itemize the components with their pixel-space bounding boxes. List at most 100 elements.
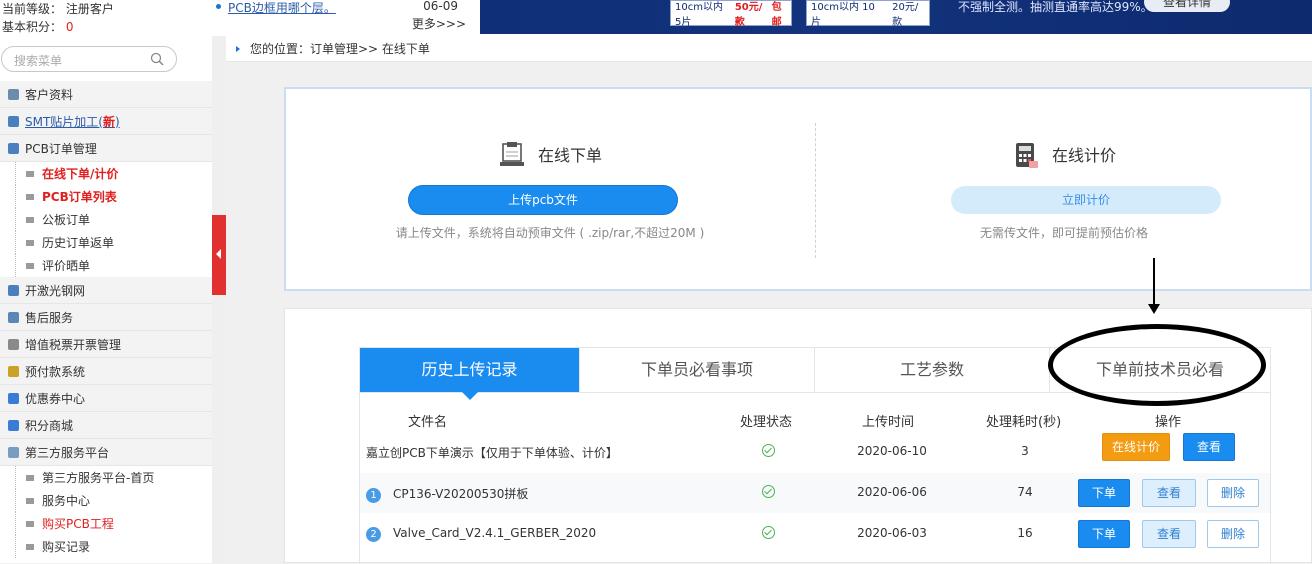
quote-hint: 无需传文件，即可提前预估价格 (979, 226, 1148, 240)
delete-row-button[interactable]: 删除 (1207, 479, 1259, 507)
sidebar-item[interactable]: 历史订单返单 (0, 231, 212, 254)
sidebar-item-label: 服务中心 (42, 494, 91, 508)
menu-item-icon (26, 216, 34, 223)
main-content: 您的位置：订单管理>> 在线下单 在线下单 上传pcb文件 请上传文件，系统将自… (226, 36, 1312, 564)
annotation-arrow-line (1153, 258, 1155, 308)
row-duration: 16 (1017, 526, 1033, 540)
collapse-sidebar-button[interactable] (212, 215, 226, 295)
sidebar-category[interactable]: 开激光钢网 (0, 277, 212, 304)
account-info: 当前等级： 注册客户 基本积分： 0 (0, 0, 205, 36)
promo-box-1-free: 包邮 (771, 2, 782, 28)
search-icon[interactable] (150, 52, 164, 66)
upload-pcb-button[interactable]: 上传pcb文件 (408, 185, 678, 215)
status-ok-icon (762, 444, 775, 460)
online-quote-title-text: 在线计价 (1051, 146, 1116, 165)
menu-item-icon (26, 193, 34, 200)
row-number-badge: 1 (366, 488, 381, 503)
order-row-button[interactable]: 下单 (1078, 520, 1130, 548)
sidebar-category-label: 增值税票开票管理 (25, 337, 122, 352)
sidebar-menu: 客户资料 SMT贴片加工(新) PCB订单管理 在线下单/计价 PCB订单列表公板订单历… (0, 81, 212, 558)
header-filename: 文件名 (408, 415, 448, 430)
sidebar-item[interactable]: 公板订单 (0, 208, 212, 231)
view-row-button[interactable]: 查看 (1142, 479, 1196, 507)
menu-item-icon (26, 543, 34, 550)
sidebar-item[interactable]: 在线下单/计价 (0, 162, 212, 185)
sidebar-category[interactable]: 第三方服务平台 (0, 439, 212, 466)
sidebar-category[interactable]: 售后服务 (0, 304, 212, 331)
row-filename-text: CP136-V20200530拼板 (393, 487, 529, 501)
bullet-icon (216, 4, 221, 9)
menu-search[interactable]: 搜索菜单 (1, 46, 177, 72)
menu-category-icon (8, 142, 19, 154)
menu-category-icon (8, 365, 19, 377)
more-news-link[interactable]: 更多>>> (412, 15, 466, 32)
table-row: 2 Valve_Card_V2.4.1_GERBER_2020 2020-06-0… (360, 514, 1270, 554)
menu-item-icon (26, 474, 34, 481)
sidebar-category[interactable]: 增值税票开票管理 (0, 331, 212, 358)
sidebar-category[interactable]: 预付款系统 (0, 358, 212, 385)
breadcrumb: 您的位置：订单管理>> 在线下单 (226, 36, 1312, 62)
row-filename: 嘉立创PCB下单演示【仅用于下单体验、计价】 (366, 446, 618, 460)
quote-now-button[interactable]: 立即计价 (951, 186, 1221, 214)
promo-box-2-text: 10cm以内 10片 (811, 2, 875, 28)
menu-category-icon (8, 392, 19, 404)
online-quote-section: 在线计价 立即计价 无需传文件，即可提前预估价格 (816, 89, 1312, 289)
view-row-button[interactable]: 查看 (1183, 433, 1235, 461)
sidebar: 搜索菜单 客户资料 SMT贴片加工(新) PCB订单管理 在线下单/计价 PCB订单列表… (0, 36, 212, 563)
points-label: 基本积分： (2, 20, 63, 34)
sidebar-category-label: 积分商城 (25, 418, 74, 433)
online-order-title: 在线下单 (286, 141, 814, 169)
online-order-title-text: 在线下单 (537, 146, 602, 165)
sidebar-category-label: 优惠券中心 (25, 391, 86, 406)
header-upload-time: 上传时间 (862, 415, 915, 430)
sidebar-category[interactable]: 优惠券中心 (0, 385, 212, 412)
sidebar-category[interactable]: 客户资料 (0, 81, 212, 108)
sidebar-category-label: 客户资料 (25, 87, 74, 102)
promo-box-2-price: 20元/款 (892, 2, 919, 28)
promo-box-1-price: 50元/款 (734, 2, 763, 28)
view-row-button[interactable]: 查看 (1142, 520, 1196, 548)
promo-slogan: 不强制全测。抽测直通率高达99%。 (958, 0, 1153, 14)
tab-upload-history[interactable]: 历史上传记录 (360, 348, 580, 400)
sidebar-category[interactable]: PCB订单管理 (0, 135, 212, 162)
sidebar-item[interactable]: 评价晒单 (0, 254, 212, 277)
tab-order-notes[interactable]: 下单员必看事项 (580, 348, 815, 392)
menu-category-icon (8, 311, 19, 323)
menu-category-icon (8, 284, 19, 296)
sidebar-item-label: 历史订单返单 (42, 236, 115, 250)
menu-category-icon (8, 419, 19, 431)
menu-item-icon (26, 262, 34, 269)
header-duration: 处理耗时(秒) (986, 415, 1062, 430)
upload-history-table: 文件名 处理状态 上传时间 处理耗时(秒) 操作 嘉立创PCB下单演示【仅用于下… (359, 393, 1271, 564)
promo-box-1: 10cm以内 5片 50元/款 包邮 (670, 0, 792, 28)
delete-row-button[interactable]: 删除 (1207, 520, 1259, 548)
row-duration: 74 (1017, 485, 1033, 499)
sidebar-collapse-bar (212, 36, 226, 563)
sidebar-item[interactable]: 购买记录 (0, 535, 212, 558)
online-order-section: 在线下单 上传pcb文件 请上传文件，系统将自动预审文件 ( .zip/rar,… (286, 89, 814, 289)
menu-item-icon (26, 239, 34, 246)
menu-item-icon (26, 497, 34, 504)
promo-details-button[interactable]: 查看详情 (1144, 0, 1230, 12)
sidebar-item[interactable]: 服务中心 (0, 489, 212, 512)
online-quote-row-button[interactable]: 在线计价 (1102, 433, 1170, 461)
sidebar-item[interactable]: 第三方服务平台-首页 (0, 466, 212, 489)
sidebar-item[interactable]: 购买PCB工程 (0, 512, 212, 535)
sidebar-item-label: PCB订单列表 (42, 190, 117, 204)
promo-banner[interactable]: 10cm以内 5片 50元/款 包邮 10cm以内 10片 20元/款 不强制全… (480, 0, 1312, 34)
order-row-button[interactable]: 下单 (1078, 479, 1130, 507)
row-duration: 3 (1021, 444, 1029, 458)
sidebar-category-label: SMT贴片加工(新) (25, 114, 120, 129)
status-ok-icon (762, 485, 775, 501)
news-link[interactable]: PCB边框用哪个层。 (228, 0, 336, 16)
sidebar-category[interactable]: SMT贴片加工(新) (0, 108, 212, 135)
sidebar-category-label: 售后服务 (25, 310, 74, 325)
sidebar-item[interactable]: PCB订单列表 (0, 185, 212, 208)
breadcrumb-text: 您的位置：订单管理>> 在线下单 (250, 42, 430, 56)
sidebar-category[interactable]: 积分商城 (0, 412, 212, 439)
sidebar-category-label: 开激光钢网 (25, 283, 86, 298)
level-label: 当前等级： (2, 2, 63, 16)
annotation-arrow-head (1148, 304, 1160, 314)
row-filename-text: Valve_Card_V2.4.1_GERBER_2020 (393, 526, 597, 540)
tab-process-params[interactable]: 工艺参数 (815, 348, 1050, 392)
